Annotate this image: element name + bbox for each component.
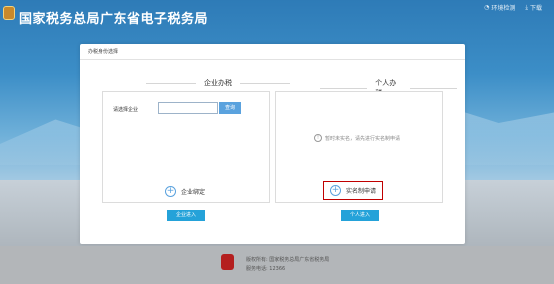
enterprise-bind-button[interactable]: + 企业绑定 [165, 186, 205, 197]
footer-owner-line: 版权所有: 国家税务总局广东省税务局 [246, 256, 329, 265]
query-button[interactable]: 查询 [219, 102, 241, 114]
monitor-icon: ◔ [484, 4, 490, 11]
env-check-label: 环境检测 [491, 5, 516, 12]
personal-panel: ! 暂时未实名，请先进行实名制申请 + 实名制申请 [275, 91, 443, 203]
download-label: 下载 [529, 5, 542, 12]
footer-owner: 国家税务总局广东省税务局 [269, 257, 330, 263]
enterprise-enter-button[interactable]: 企业进入 [167, 210, 205, 221]
realname-notice: ! 暂时未实名，请先进行实名制申请 [314, 134, 400, 142]
download-link[interactable]: ⤓ 下载 [525, 3, 542, 13]
plus-circle-icon: + [165, 186, 176, 197]
company-input[interactable] [158, 102, 218, 114]
realname-apply-button[interactable]: + 实名制申请 [323, 181, 384, 200]
enterprise-panel: 请选择企业 查询 + 企业绑定 [102, 91, 270, 203]
footer-hotline-prefix: 服务电话: [246, 266, 268, 272]
enterprise-section-title: 企业办税 [138, 78, 298, 88]
footer-hotline-line: 服务电话: 12366 [246, 265, 329, 274]
footer-owner-prefix: 版权所有: [246, 257, 268, 263]
top-links: ◔ 环境检测 ⤓ 下载 [484, 3, 542, 13]
enterprise-title-text: 企业办税 [204, 79, 232, 87]
footer-hotline: 12366 [269, 266, 286, 272]
download-icon: ⤓ [525, 3, 528, 11]
realname-apply-label: 实名制申请 [346, 188, 377, 195]
card-heading: 办税身份选择 [80, 44, 465, 60]
realname-notice-text: 暂时未实名，请先进行实名制申请 [325, 135, 401, 142]
company-select-label: 请选择企业 [113, 107, 139, 113]
plus-circle-icon: + [330, 185, 341, 196]
footer: 版权所有: 国家税务总局广东省税务局 服务电话: 12366 [0, 246, 554, 284]
enterprise-bind-label: 企业绑定 [181, 189, 206, 196]
site-title: 国家税务总局广东省电子税务局 [19, 12, 209, 27]
env-check-link[interactable]: ◔ 环境检测 [484, 3, 515, 12]
tax-logo-icon [3, 6, 15, 20]
info-icon: ! [314, 134, 322, 142]
footer-text: 版权所有: 国家税务总局广东省税务局 服务电话: 12366 [246, 256, 329, 274]
tax-emblem-icon [221, 254, 234, 270]
personal-enter-button[interactable]: 个人进入 [341, 210, 379, 221]
identity-select-card: 办税身份选择 企业办税 个人办税 请选择企业 查询 + 企业绑定 ! 暂时未实名… [80, 44, 465, 244]
